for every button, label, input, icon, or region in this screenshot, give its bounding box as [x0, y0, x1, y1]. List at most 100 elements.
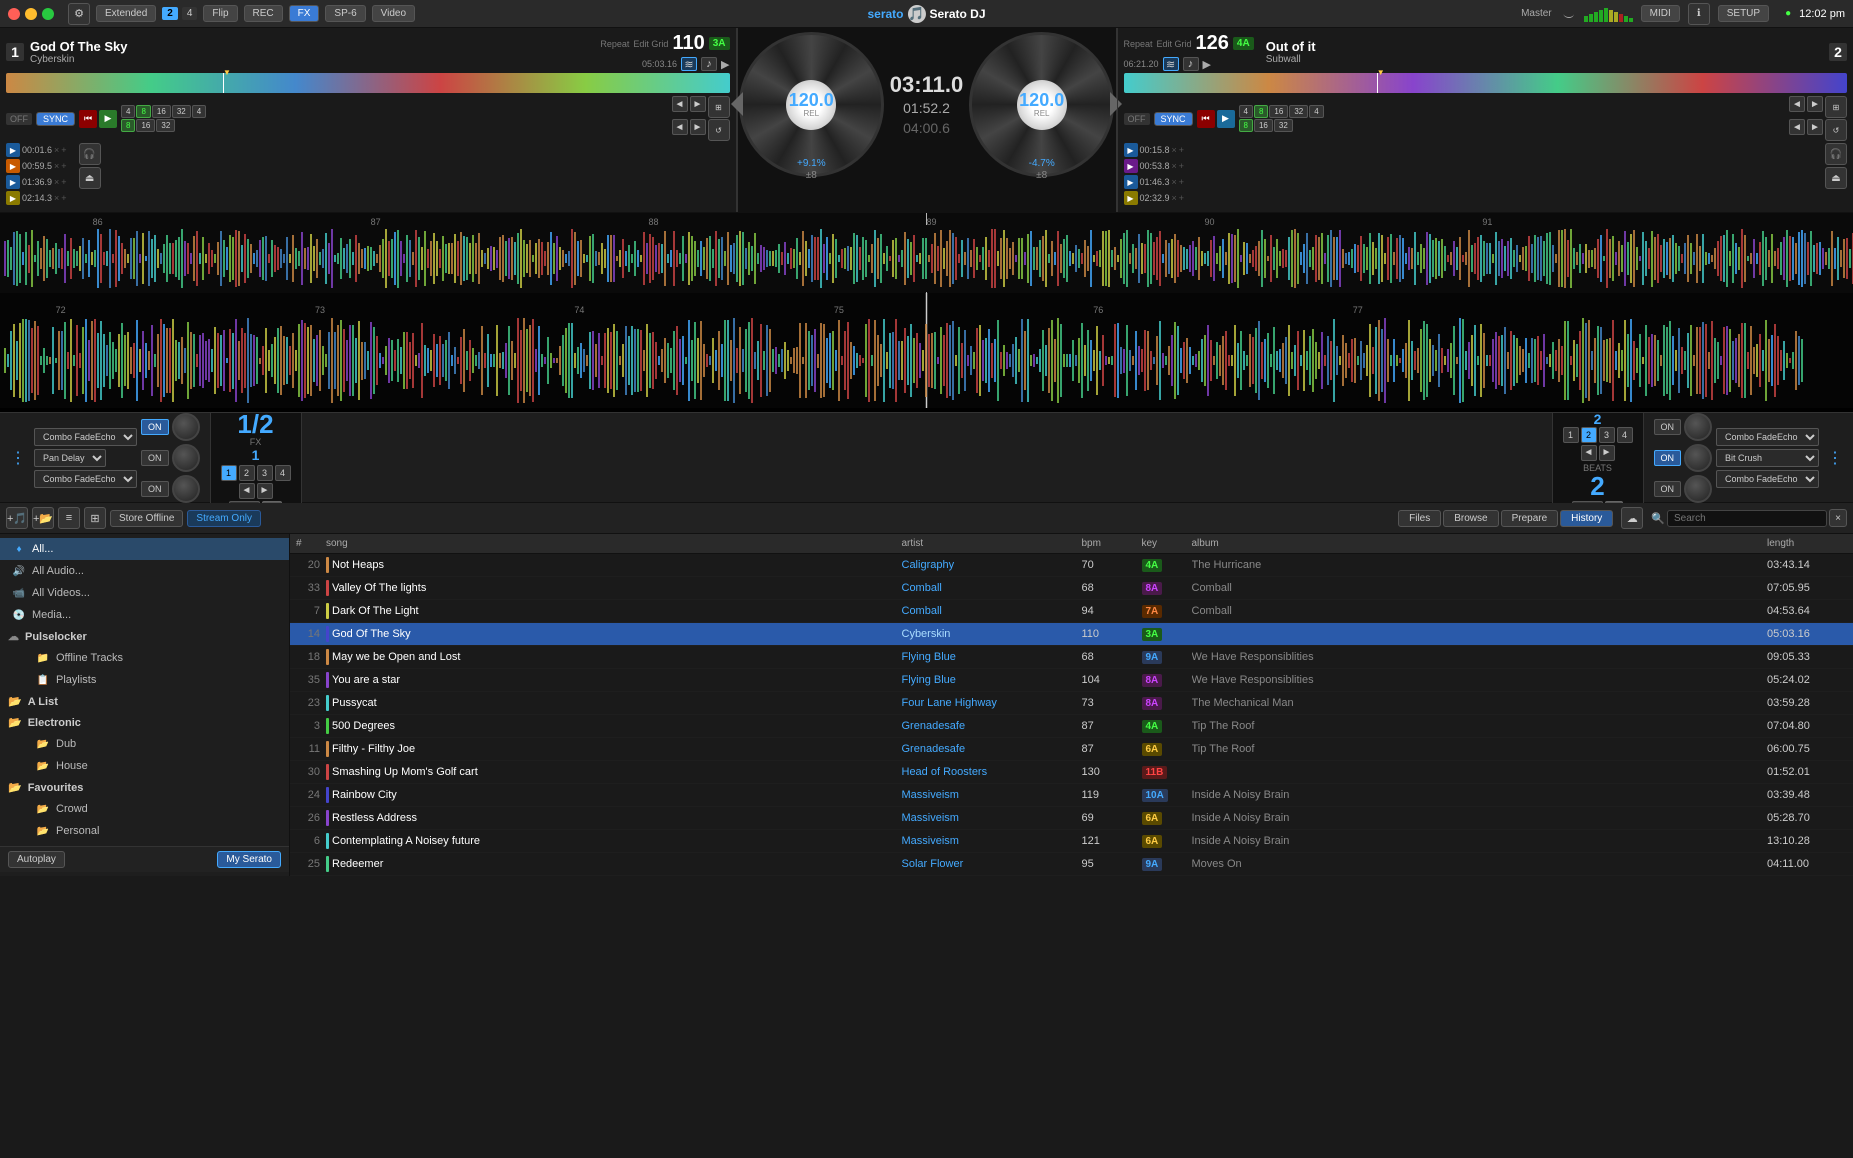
table-row[interactable]: 33 Valley Of The lights Comball 68 8A Co…	[290, 577, 1853, 600]
deck-2-cue-btn[interactable]: ⏮	[1197, 110, 1215, 128]
fx2-btn-4[interactable]: 4	[1617, 427, 1633, 443]
deck-1-right-arr[interactable]: ►	[690, 96, 706, 112]
fx-right-dropdown-1[interactable]: Combo FadeEcho	[1716, 428, 1819, 446]
sidebar-favourites[interactable]: 📂 Favourites	[0, 777, 289, 798]
video-btn[interactable]: Video	[372, 5, 415, 22]
deck-2-wave-btn[interactable]: ≋	[1163, 57, 1179, 71]
col-length[interactable]: length	[1767, 538, 1847, 549]
setup-btn[interactable]: SETUP	[1718, 5, 1769, 22]
waveform-bottom[interactable]: 72 73 74 75 76 77	[0, 293, 1853, 408]
col-song[interactable]: song	[326, 538, 902, 549]
autoplay-btn[interactable]: Autoplay	[8, 851, 65, 868]
sidebar-item-media[interactable]: 💿 Media...	[0, 604, 289, 626]
fx1-btn-4[interactable]: 4	[275, 465, 291, 481]
my-serato-btn[interactable]: My Serato	[217, 851, 281, 868]
deck-1-loop-icon[interactable]: ↺	[708, 119, 730, 141]
d2-loop-32-1[interactable]: 32	[1289, 105, 1308, 118]
fx1-btn-2[interactable]: 2	[239, 465, 255, 481]
table-row[interactable]: 30 Smashing Up Mom's Golf cart Head of R…	[290, 761, 1853, 784]
hc-1-1[interactable]: ▶	[6, 143, 20, 157]
d2-hc-3[interactable]: ▶	[1124, 175, 1138, 189]
turntable-disc-left[interactable]: 120.0 REL	[739, 32, 884, 177]
d2-hc-plus-3[interactable]: +	[1179, 177, 1184, 187]
deck-2-play-btn[interactable]: ▶	[1217, 110, 1235, 128]
deck-1-left-arr2[interactable]: ◄	[672, 119, 688, 135]
deck-2-note-btn[interactable]: ♪	[1183, 57, 1199, 71]
table-row[interactable]: 23 Pussycat Four Lane Highway 73 8A The …	[290, 692, 1853, 715]
prepare-tab[interactable]: Prepare	[1501, 510, 1559, 527]
add-track-btn[interactable]: +🎵	[6, 507, 28, 529]
flip-btn[interactable]: Flip	[203, 5, 237, 22]
fx-l-on-2[interactable]: ON	[141, 450, 169, 466]
sidebar-item-playlists[interactable]: 📋 Playlists	[16, 669, 289, 691]
d2-hc-x-1[interactable]: ×	[1172, 145, 1177, 155]
waveform-top[interactable]: 86 87 88 89 90 91	[0, 213, 1853, 293]
d2-hc-x-2[interactable]: ×	[1172, 161, 1177, 171]
fx-l-on-1[interactable]: ON	[141, 419, 169, 435]
table-row[interactable]: 11 Filthy - Filthy Joe Grenadesafe 87 6A…	[290, 738, 1853, 761]
sidebar-electronic[interactable]: 📂 Electronic	[0, 712, 289, 733]
d2-hc-4[interactable]: ▶	[1124, 191, 1138, 205]
deck-1-note-btn[interactable]: ♪	[701, 57, 717, 71]
hc-plus-1[interactable]: +	[61, 145, 66, 155]
table-row[interactable]: 35 You are a star Flying Blue 104 8A We …	[290, 669, 1853, 692]
deck-2-left-arr[interactable]: ◄	[1789, 96, 1805, 112]
hc-1-4[interactable]: ▶	[6, 191, 20, 205]
table-row[interactable]: 6 Contemplating A Noisey future Massivei…	[290, 830, 1853, 853]
fx-r-on-1[interactable]: ON	[1654, 419, 1682, 435]
fx2-btn-3[interactable]: 3	[1599, 427, 1615, 443]
fx-right-ellipsis[interactable]: ⋮	[1823, 448, 1847, 468]
fx-l-knob-1[interactable]	[172, 413, 200, 441]
fx-r-knob-1[interactable]	[1684, 413, 1712, 441]
loop-32-1[interactable]: 32	[172, 105, 191, 118]
deck-1-left-arr[interactable]: ◄	[672, 96, 688, 112]
browse-tab[interactable]: Browse	[1443, 510, 1498, 527]
sidebar-item-personal[interactable]: 📂 Personal	[16, 820, 289, 842]
deck-2-right-arr[interactable]: ►	[1807, 96, 1823, 112]
hc-plus-3[interactable]: +	[61, 177, 66, 187]
deck-1-play-btn[interactable]: ▶	[99, 110, 117, 128]
loop-16[interactable]: 16	[152, 105, 171, 118]
midi-btn[interactable]: MIDI	[1641, 5, 1680, 22]
hc-plus-4[interactable]: +	[61, 193, 66, 203]
deck-1-arr-btn[interactable]: ▶	[721, 58, 729, 71]
fx-r-on-2[interactable]: ON	[1654, 450, 1682, 466]
deck-1-sync[interactable]: SYNC	[36, 112, 75, 126]
deck-2-arr-btn[interactable]: ▶	[1203, 58, 1211, 71]
info-btn[interactable]: ℹ	[1688, 3, 1710, 25]
fx-l-knob-2[interactable]	[172, 444, 200, 472]
deck-2-left-arr2[interactable]: ◄	[1789, 119, 1805, 135]
loop-32-2[interactable]: 32	[156, 119, 175, 132]
sp6-btn[interactable]: SP-6	[325, 5, 365, 22]
col-key[interactable]: key	[1142, 538, 1192, 549]
table-row[interactable]: 7 Dark Of The Light Comball 94 7A Combal…	[290, 600, 1853, 623]
fx-left-dropdown-2[interactable]: Pan Delay	[34, 449, 106, 467]
deck-count-4[interactable]: 4	[182, 7, 198, 20]
loop-4[interactable]: 4	[121, 105, 135, 118]
deck-1-grid-icon[interactable]: ⊞	[708, 96, 730, 118]
sidebar-item-crowd[interactable]: 📂 Crowd	[16, 798, 289, 820]
fx2-arr-left[interactable]: ◄	[1581, 445, 1597, 461]
deck-1-eject[interactable]: ⏏	[79, 167, 101, 189]
table-row[interactable]: 25 Redeemer Solar Flower 95 9A Moves On …	[290, 853, 1853, 876]
d2-loop-4[interactable]: 4	[1239, 105, 1253, 118]
deck-2-loop-icon[interactable]: ↺	[1825, 119, 1847, 141]
deck-1-wave-btn[interactable]: ≋	[681, 57, 697, 71]
sidebar-pulselocker[interactable]: ☁ Pulselocker	[0, 626, 289, 647]
deck-1-headphone[interactable]: 🎧	[79, 143, 101, 165]
fx-left-ellipsis[interactable]: ⋮	[6, 448, 30, 468]
fx2-arr-right[interactable]: ►	[1599, 445, 1615, 461]
table-row[interactable]: 3 500 Degrees Grenadesafe 87 4A Tip The …	[290, 715, 1853, 738]
hc-plus-2[interactable]: +	[61, 161, 66, 171]
search-clear-btn[interactable]: ×	[1829, 509, 1847, 527]
rec-btn[interactable]: REC	[244, 5, 283, 22]
sidebar-item-offline[interactable]: 📁 Offline Tracks	[16, 647, 289, 669]
hc-x-4[interactable]: ×	[54, 193, 59, 203]
fx1-arr-right[interactable]: ►	[257, 483, 273, 499]
deck-2-sync[interactable]: SYNC	[1154, 112, 1193, 126]
d2-loop-32-2[interactable]: 32	[1274, 119, 1293, 132]
deck-1-right-arr2[interactable]: ►	[690, 119, 706, 135]
cloud-upload-btn[interactable]: ☁	[1621, 507, 1643, 529]
d2-loop-8[interactable]: 8	[1254, 105, 1268, 118]
fx-r-knob-2[interactable]	[1684, 444, 1712, 472]
